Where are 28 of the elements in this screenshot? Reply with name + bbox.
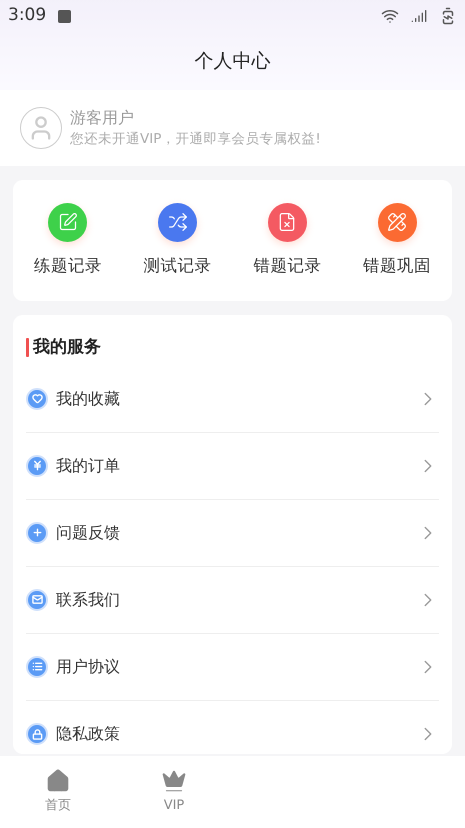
home-icon xyxy=(45,768,71,794)
mail-icon xyxy=(26,588,48,610)
service-row[interactable]: 我的收藏 xyxy=(26,366,439,432)
wifi-icon xyxy=(381,7,399,25)
quick-action-button[interactable]: 错题记录 xyxy=(232,202,342,278)
quick-action-button[interactable]: 练题记录 xyxy=(13,202,123,278)
vip-hint: 您还未开通VIP，开通即享会员专属权益! xyxy=(70,130,321,149)
notification-icon xyxy=(58,10,72,22)
list-icon xyxy=(26,656,48,678)
yen-icon xyxy=(26,454,48,476)
service-row[interactable]: 我的订单 xyxy=(26,432,439,500)
quick-action-button[interactable]: 错题巩固 xyxy=(342,202,452,278)
service-row[interactable]: 问题反馈 xyxy=(26,500,439,566)
service-row[interactable]: 用户协议 xyxy=(26,634,439,700)
signal-icon xyxy=(411,8,427,24)
nav-tab[interactable]: 首页 xyxy=(0,768,116,816)
status-time: 3:09 xyxy=(8,4,46,28)
crown-icon xyxy=(161,768,187,794)
user-name: 游客用户 xyxy=(70,107,135,129)
quick-action-button[interactable]: 测试记录 xyxy=(122,202,232,278)
nav-tab[interactable]: VIP xyxy=(116,768,232,816)
page-title: 个人中心 xyxy=(194,48,270,74)
service-row[interactable]: 联系我们 xyxy=(26,566,439,634)
lock-icon xyxy=(26,723,48,745)
avatar-icon xyxy=(20,107,62,149)
section-title: 我的服务 xyxy=(33,336,101,359)
plus-icon xyxy=(26,522,48,544)
section-marker xyxy=(26,338,29,358)
